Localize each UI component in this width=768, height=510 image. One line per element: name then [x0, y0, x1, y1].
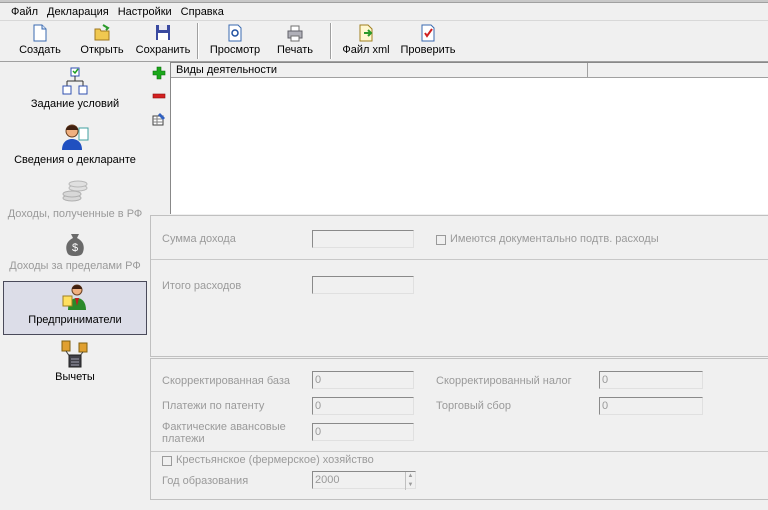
toolbar: Создать Открыть Сохранить Просмотр Печат… [0, 20, 768, 62]
adjusted-base-label: Скорректированная база [162, 375, 291, 387]
sidebar-item-label: Задание условий [30, 98, 120, 110]
spin-up-icon[interactable]: ▲ [406, 472, 415, 481]
sidebar-item-declarant[interactable]: Сведения о декларанте [3, 122, 147, 174]
new-document-icon [32, 24, 48, 42]
money-bag-icon: $ [60, 228, 90, 258]
check-document-icon [420, 24, 436, 42]
adjusted-base-field[interactable]: 0 [312, 371, 414, 389]
sidebar-item-income-rf[interactable]: Доходы, полученные в РФ [3, 176, 147, 226]
toolbar-separator [197, 23, 199, 59]
adjusted-tax-label: Скорректированный налог [436, 375, 572, 387]
advance-payments-label-line2: платежи [162, 433, 205, 445]
founding-year-label: Год образования [162, 475, 249, 487]
preview-label: Просмотр [209, 44, 261, 56]
floppy-disk-icon [155, 24, 171, 42]
year-spinner[interactable]: ▲ ▼ [405, 472, 415, 490]
deductions-icon [60, 339, 90, 369]
edit-row-button[interactable] [152, 112, 166, 126]
sidebar-item-label: Предприниматели [28, 314, 122, 326]
add-row-button[interactable] [152, 66, 166, 80]
window-top-border [0, 0, 768, 3]
column-activities[interactable]: Виды деятельности [171, 63, 588, 78]
income-sum-label: Сумма дохода [162, 233, 236, 245]
create-button[interactable]: Создать [14, 24, 66, 56]
printer-icon [287, 24, 303, 42]
check-button[interactable]: Проверить [398, 24, 458, 56]
menu-help[interactable]: Справка [181, 6, 224, 18]
grid-tools [152, 66, 168, 135]
total-expenses-field[interactable] [312, 276, 414, 294]
sidebar-item-entrepreneurs[interactable]: Предприниматели [3, 281, 147, 335]
preview-button[interactable]: Просмотр [206, 24, 264, 56]
sidebar: Задание условий Сведения о декларанте До… [0, 62, 150, 510]
print-label: Печать [276, 44, 314, 56]
panel-divider [151, 259, 768, 260]
entrepreneur-icon [60, 282, 90, 312]
patent-payments-field[interactable]: 0 [312, 397, 414, 415]
income-rf-icon [60, 176, 90, 206]
advance-payments-field[interactable]: 0 [312, 423, 414, 441]
menu-bar: Файл Декларация Настройки Справка [0, 4, 768, 20]
open-button[interactable]: Открыть [76, 24, 128, 56]
sidebar-item-income-abroad[interactable]: $ Доходы за пределами РФ [3, 228, 147, 280]
total-expenses-label: Итого расходов [162, 280, 242, 292]
adjusted-tax-field[interactable]: 0 [599, 371, 703, 389]
menu-settings[interactable]: Настройки [118, 6, 172, 18]
sidebar-item-label: Сведения о декларанте [14, 154, 136, 166]
svg-text:$: $ [72, 242, 78, 254]
save-label: Сохранить [135, 44, 191, 56]
create-label: Создать [19, 44, 61, 56]
remove-row-button[interactable] [152, 89, 166, 103]
xml-file-button[interactable]: Файл xml [340, 24, 392, 56]
founding-year-field[interactable]: 2000 ▲ ▼ [312, 471, 416, 490]
preview-magnifier-icon [227, 24, 243, 42]
advance-payments-label-line1: Фактические авансовые [162, 421, 286, 433]
toolbar-separator [330, 23, 332, 59]
declarant-icon [60, 122, 90, 152]
save-button[interactable]: Сохранить [134, 24, 192, 56]
menu-declaration[interactable]: Декларация [47, 6, 109, 18]
panel-divider [151, 451, 768, 452]
farm-label: Крестьянское (фермерское) хозяйство [176, 454, 374, 466]
trade-fee-label: Торговый сбор [436, 400, 511, 412]
edit-table-icon [152, 113, 165, 126]
sidebar-item-label: Доходы, полученные в РФ [7, 208, 143, 220]
sidebar-item-deductions[interactable]: Вычеты [3, 339, 147, 391]
documented-expenses-checkbox[interactable] [436, 235, 446, 245]
open-folder-icon [94, 24, 110, 42]
documented-expenses-label: Имеются документально подтв. расходы [450, 233, 659, 245]
trade-fee-field[interactable]: 0 [599, 397, 703, 415]
xml-file-label: Файл xml [342, 44, 390, 56]
check-label: Проверить [400, 44, 456, 56]
menu-file[interactable]: Файл [11, 6, 38, 18]
minus-icon [152, 93, 166, 99]
xml-export-icon [358, 24, 374, 42]
sidebar-item-label: Вычеты [55, 371, 95, 383]
patent-payments-label: Платежи по патенту [162, 400, 265, 412]
activities-grid[interactable]: Виды деятельности [170, 62, 768, 214]
founding-year-value: 2000 [315, 474, 340, 486]
plus-icon [152, 66, 166, 80]
sidebar-item-conditions[interactable]: Задание условий [3, 66, 147, 120]
income-sum-field[interactable] [312, 230, 414, 248]
sidebar-item-label: Доходы за пределами РФ [9, 260, 141, 272]
print-button[interactable]: Печать [272, 24, 318, 56]
open-label: Открыть [80, 44, 124, 56]
farm-checkbox[interactable] [162, 456, 172, 466]
grid-header: Виды деятельности [171, 63, 768, 78]
spin-down-icon[interactable]: ▼ [406, 481, 415, 490]
conditions-tree-icon [60, 66, 90, 96]
